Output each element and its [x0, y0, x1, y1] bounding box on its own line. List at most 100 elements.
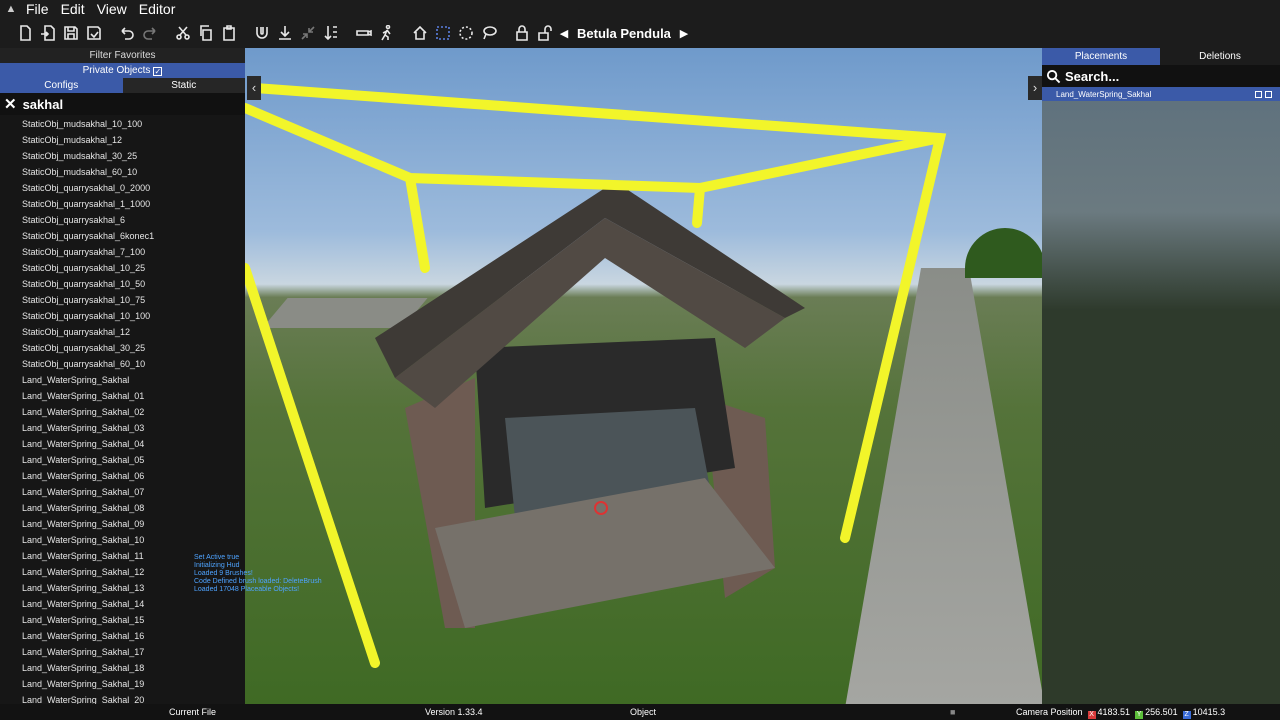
- camera-z-value: 10415.3: [1192, 707, 1226, 717]
- collapse-left-panel-button[interactable]: ‹: [247, 76, 261, 100]
- placement-search-field[interactable]: Search...: [1042, 65, 1280, 87]
- tab-configs[interactable]: Configs: [0, 78, 123, 93]
- object-list-item[interactable]: StaticObj_mudsakhal_12: [22, 132, 245, 148]
- object-list-item[interactable]: Land_WaterSpring_Sakhal_09: [22, 516, 245, 532]
- object-search-value[interactable]: sakhal: [23, 97, 63, 112]
- circle-select-icon[interactable]: [455, 22, 477, 44]
- tab-deletions[interactable]: Deletions: [1160, 48, 1280, 65]
- object-list-item[interactable]: Land_WaterSpring_Sakhal_08: [22, 500, 245, 516]
- console-line: Set Active true: [194, 554, 240, 561]
- clear-search-icon[interactable]: ✕: [4, 95, 17, 113]
- console-line: Loaded 17048 Placeable Objects!: [194, 586, 300, 593]
- object-list-item[interactable]: Land_WaterSpring_Sakhal_16: [22, 628, 245, 644]
- object-list-item[interactable]: StaticObj_quarrysakhal_10_100: [22, 308, 245, 324]
- object-list-item[interactable]: Land_WaterSpring_Sakhal_18: [22, 660, 245, 676]
- 3d-viewport[interactable]: ‹ ›: [245, 48, 1042, 704]
- app-logo-icon: ▲: [5, 3, 17, 15]
- editor-window: ▲ File Edit View Editor ◀ Betula Pendula…: [0, 0, 1280, 720]
- import-icon[interactable]: [37, 22, 59, 44]
- object-list-item[interactable]: Land_WaterSpring_Sakhal_19: [22, 676, 245, 692]
- object-label: Object: [630, 707, 657, 717]
- box-select-icon[interactable]: [432, 22, 454, 44]
- tab-placements[interactable]: Placements: [1042, 48, 1160, 65]
- camera-x-value: 4183.51: [1097, 707, 1131, 717]
- lock-icon[interactable]: [511, 22, 533, 44]
- object-search-field[interactable]: ✕ sakhal: [0, 93, 245, 115]
- walk-mode-icon[interactable]: [376, 22, 398, 44]
- object-type-tabs: Configs Static: [0, 78, 245, 93]
- save-icon[interactable]: [60, 22, 82, 44]
- object-list-item[interactable]: Land_WaterSpring_Sakhal_02: [22, 404, 245, 420]
- object-list-item[interactable]: Land_WaterSpring_Sakhal_03: [22, 420, 245, 436]
- version-label: Version 1.33.4: [425, 707, 483, 717]
- object-list-item[interactable]: Land_WaterSpring_Sakhal_15: [22, 612, 245, 628]
- object-list-item[interactable]: StaticObj_quarrysakhal_6: [22, 212, 245, 228]
- undo-icon[interactable]: [116, 22, 138, 44]
- unlock-icon[interactable]: [534, 22, 556, 44]
- object-list-item[interactable]: Land_WaterSpring_Sakhal_14: [22, 596, 245, 612]
- object-list-item[interactable]: Land_WaterSpring_Sakhal_01: [22, 388, 245, 404]
- current-file-label: Current File: [169, 707, 217, 717]
- menu-view[interactable]: View: [93, 0, 135, 18]
- menu-file[interactable]: File: [22, 0, 57, 18]
- object-list-item[interactable]: StaticObj_quarrysakhal_10_75: [22, 292, 245, 308]
- object-list-item[interactable]: Land_WaterSpring_Sakhal_05: [22, 452, 245, 468]
- object-list-item[interactable]: StaticObj_quarrysakhal_0_2000: [22, 180, 245, 196]
- brush-next-button[interactable]: ▶: [677, 27, 691, 40]
- new-file-icon[interactable]: [14, 22, 36, 44]
- collapse-right-panel-button[interactable]: ›: [1028, 76, 1042, 100]
- paste-icon[interactable]: [218, 22, 240, 44]
- placement-search-placeholder[interactable]: Search...: [1065, 69, 1119, 84]
- save-as-icon[interactable]: [83, 22, 105, 44]
- copy-icon[interactable]: [195, 22, 217, 44]
- magnet-icon[interactable]: [251, 22, 273, 44]
- object-list-item[interactable]: Land_WaterSpring_Sakhal_17: [22, 644, 245, 660]
- object-list-item[interactable]: Land_WaterSpring_Sakhal: [22, 372, 245, 388]
- object-list-item[interactable]: StaticObj_mudsakhal_30_25: [22, 148, 245, 164]
- private-objects-label: Private Objects: [82, 65, 151, 76]
- toolbar: ◀ Betula Pendula ▶: [0, 18, 1280, 48]
- search-icon: [1046, 69, 1061, 83]
- menu-edit[interactable]: Edit: [57, 0, 93, 18]
- private-objects-toggle[interactable]: Private Objects ✓: [0, 63, 245, 78]
- console-line: Initializing Hud: [194, 562, 240, 569]
- object-browser-panel: Filter Favorites Private Objects ✓ Config…: [0, 48, 245, 705]
- brush-prev-button[interactable]: ◀: [557, 27, 571, 40]
- object-list-item[interactable]: StaticObj_quarrysakhal_10_50: [22, 276, 245, 292]
- object-list-item[interactable]: StaticObj_quarrysakhal_6konec1: [22, 228, 245, 244]
- visibility-icon[interactable]: [1255, 90, 1262, 98]
- object-list-item[interactable]: StaticObj_quarrysakhal_60_10: [22, 356, 245, 372]
- collapse-icon[interactable]: [297, 22, 319, 44]
- object-list-item[interactable]: StaticObj_mudsakhal_10_100: [22, 116, 245, 132]
- camera-position-label: Camera Position: [1016, 707, 1083, 717]
- object-list-item[interactable]: StaticObj_quarrysakhal_1_1000: [22, 196, 245, 212]
- redo-icon[interactable]: [139, 22, 161, 44]
- object-list-item[interactable]: StaticObj_quarrysakhal_10_25: [22, 260, 245, 276]
- object-list-item[interactable]: Land_WaterSpring_Sakhal_06: [22, 468, 245, 484]
- lasso-select-icon[interactable]: [478, 22, 500, 44]
- object-list-item[interactable]: StaticObj_mudsakhal_60_10: [22, 164, 245, 180]
- placement-item-label: Land_WaterSpring_Sakhal: [1056, 89, 1152, 99]
- camera-icon: ■: [950, 707, 956, 717]
- sort-down-icon[interactable]: [320, 22, 342, 44]
- placements-tabs: Placements Deletions: [1042, 48, 1280, 65]
- object-list-item[interactable]: Land_WaterSpring_Sakhal_07: [22, 484, 245, 500]
- menu-bar: ▲ File Edit View Editor: [0, 0, 1280, 18]
- object-list-item[interactable]: StaticObj_quarrysakhal_12: [22, 324, 245, 340]
- ground-snap-icon[interactable]: [274, 22, 296, 44]
- object-list-item[interactable]: StaticObj_quarrysakhal_7_100: [22, 244, 245, 260]
- object-list-item[interactable]: Land_WaterSpring_Sakhal_10: [22, 532, 245, 548]
- private-objects-checkbox[interactable]: ✓: [153, 67, 163, 76]
- select-object-icon[interactable]: [1265, 90, 1272, 98]
- tab-static[interactable]: Static: [122, 78, 245, 93]
- filter-favorites-toggle[interactable]: Filter Favorites: [0, 48, 245, 63]
- object-list-item[interactable]: StaticObj_quarrysakhal_30_25: [22, 340, 245, 356]
- home-icon[interactable]: [409, 22, 431, 44]
- console-line: Loaded 9 Brushes!: [194, 570, 253, 577]
- placement-item[interactable]: Land_WaterSpring_Sakhal: [1042, 87, 1280, 101]
- cut-icon[interactable]: [172, 22, 194, 44]
- object-list-item[interactable]: Land_WaterSpring_Sakhal_04: [22, 436, 245, 452]
- camera-track-icon[interactable]: [353, 22, 375, 44]
- object-list: StaticObj_mudsakhal_10_100 StaticObj_muds…: [0, 115, 245, 708]
- menu-editor[interactable]: Editor: [135, 0, 184, 18]
